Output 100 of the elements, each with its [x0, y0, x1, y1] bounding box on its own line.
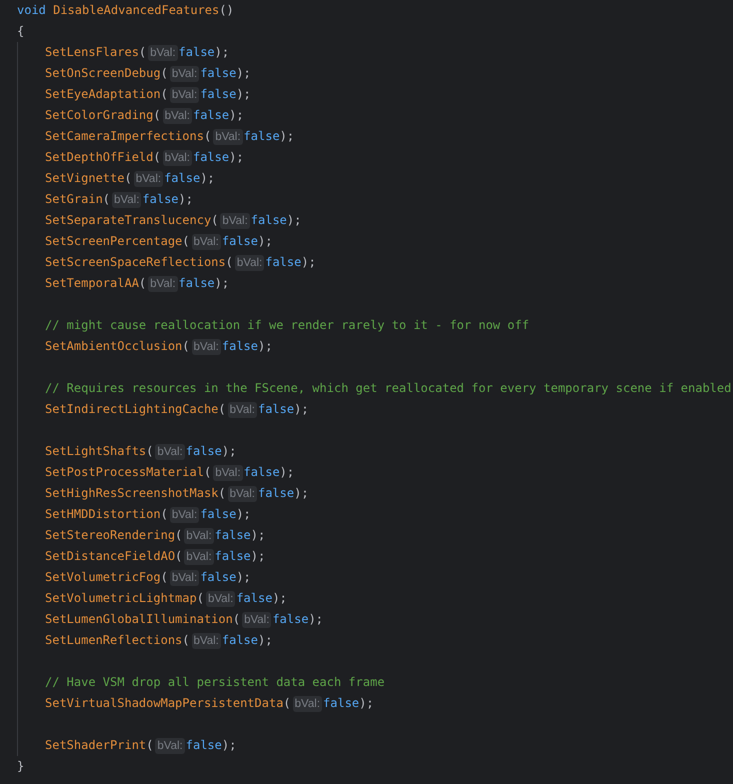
function-call: SetScreenSpaceReflections — [45, 254, 226, 271]
open-paren: ( — [204, 464, 212, 481]
boolean-value: false — [192, 107, 230, 124]
function-call: SetHMDDistortion — [45, 506, 161, 523]
parameter-hint: bVal: — [112, 192, 142, 208]
open-paren: ( — [138, 275, 146, 292]
function-call: SetCameraImperfections — [45, 128, 204, 145]
close-paren: ); — [222, 443, 236, 460]
open-paren: ( — [153, 107, 161, 124]
boolean-value: false — [200, 569, 236, 586]
close-paren: ); — [200, 170, 215, 187]
open-paren: ( — [146, 737, 154, 754]
open-paren: ( — [124, 170, 132, 187]
parameter-hint: bVal: — [292, 696, 322, 712]
function-call: SetGrain — [45, 191, 103, 208]
function-call: SetShaderPrint — [45, 737, 146, 754]
parameter-hint: bVal: — [228, 486, 257, 502]
boolean-value: false — [265, 254, 302, 271]
close-paren: ); — [258, 338, 272, 355]
parameter-hint: bVal: — [170, 66, 200, 82]
open-paren: ( — [211, 212, 218, 229]
code-comment: // might cause reallocation if we render rarely to it - for now off — [45, 317, 530, 334]
open-paren: ( — [175, 527, 182, 544]
close-paren: ); — [272, 590, 287, 607]
parameter-hint: bVal: — [228, 402, 257, 418]
function-call: SetTemporalAA — [45, 275, 139, 292]
function-call: SetEyeAdaptation — [45, 86, 161, 103]
function-call: SetDepthOfField — [45, 149, 154, 166]
boolean-value: false — [186, 443, 222, 460]
open-paren: ( — [283, 695, 291, 712]
close-paren: ); — [236, 65, 251, 82]
parameter-hint: bVal: — [213, 128, 243, 144]
close-paren: ); — [214, 44, 230, 61]
close-paren: ); — [214, 275, 230, 292]
close-paren: ); — [294, 485, 309, 502]
boolean-value: false — [214, 548, 251, 565]
close-paren: ); — [229, 107, 244, 124]
close-paren: ); — [236, 569, 251, 586]
boolean-value: false — [214, 527, 251, 544]
close-paren: ); — [301, 254, 316, 271]
parameter-hint: bVal: — [192, 234, 221, 250]
open-paren: ( — [196, 590, 204, 607]
function-call: SetOnScreenDebug — [45, 65, 161, 82]
open-paren: ( — [182, 233, 190, 250]
function-call: SetScreenPercentage — [45, 233, 182, 250]
boolean-value: false — [236, 590, 272, 607]
boolean-value: false — [222, 632, 258, 649]
boolean-value: false — [200, 65, 236, 82]
close-paren: ); — [250, 527, 266, 544]
open-paren: ( — [153, 149, 161, 166]
parameter-hint: bVal: — [234, 254, 264, 270]
boolean-value: false — [222, 233, 258, 250]
close-paren: ); — [308, 611, 324, 628]
function-name: DisableAdvancedFeatures — [53, 2, 220, 19]
parameter-hint: bVal: — [162, 150, 192, 166]
brace: } — [17, 758, 24, 775]
close-paren: ); — [229, 149, 244, 166]
boolean-value: false — [192, 149, 230, 166]
close-paren: ); — [222, 737, 236, 754]
open-paren: ( — [102, 191, 110, 208]
boolean-value: false — [244, 464, 280, 481]
boolean-value: false — [272, 611, 309, 628]
code-comment: // Requires resources in the FScene, which get reallocated for every temporary scene if enabled — [45, 380, 732, 397]
parameter-hint: bVal: — [184, 528, 214, 544]
parameter-hint: bVal: — [155, 444, 185, 460]
open-paren: ( — [160, 86, 168, 103]
close-paren: ); — [258, 632, 272, 649]
close-paren: ); — [250, 548, 266, 565]
function-call: SetVignette — [45, 170, 124, 187]
boolean-value: false — [323, 695, 360, 712]
close-paren: ); — [280, 128, 294, 145]
close-paren: ); — [280, 464, 294, 481]
function-call: SetDistanceFieldAO — [45, 548, 176, 565]
parameter-hint: bVal: — [162, 108, 192, 124]
function-call: SetAmbientOcclusion — [45, 338, 182, 355]
keyword: void — [17, 2, 46, 19]
parameter-hint: bVal: — [170, 570, 200, 586]
function-call: SetLumenGlobalIllumination — [45, 611, 233, 628]
parameter-hint: bVal: — [134, 170, 164, 186]
open-paren: ( — [218, 401, 226, 418]
open-paren: ( — [160, 65, 168, 82]
function-call: SetLensFlares — [45, 44, 139, 61]
close-paren: ); — [236, 86, 251, 103]
function-call: SetVirtualShadowMapPersistentData — [45, 695, 284, 712]
parameter-hint: bVal: — [148, 276, 178, 292]
function-call: SetPostProcessMaterial — [45, 464, 204, 481]
open-paren: ( — [160, 506, 168, 523]
boolean-value: false — [200, 506, 236, 523]
open-paren: ( — [182, 632, 190, 649]
function-call: SetColorGrading — [45, 107, 154, 124]
parameter-hint: bVal: — [184, 548, 214, 564]
boolean-value: false — [186, 737, 222, 754]
open-paren: ( — [226, 254, 233, 271]
parameter-hint: bVal: — [213, 464, 243, 480]
function-call: SetVolumetricFog — [45, 569, 161, 586]
parameter-hint: bVal: — [148, 44, 178, 60]
open-paren: ( — [160, 569, 168, 586]
parameter-hint: bVal: — [242, 612, 272, 628]
function-call: SetLumenReflections — [45, 632, 182, 649]
parentheses: () — [219, 2, 234, 19]
